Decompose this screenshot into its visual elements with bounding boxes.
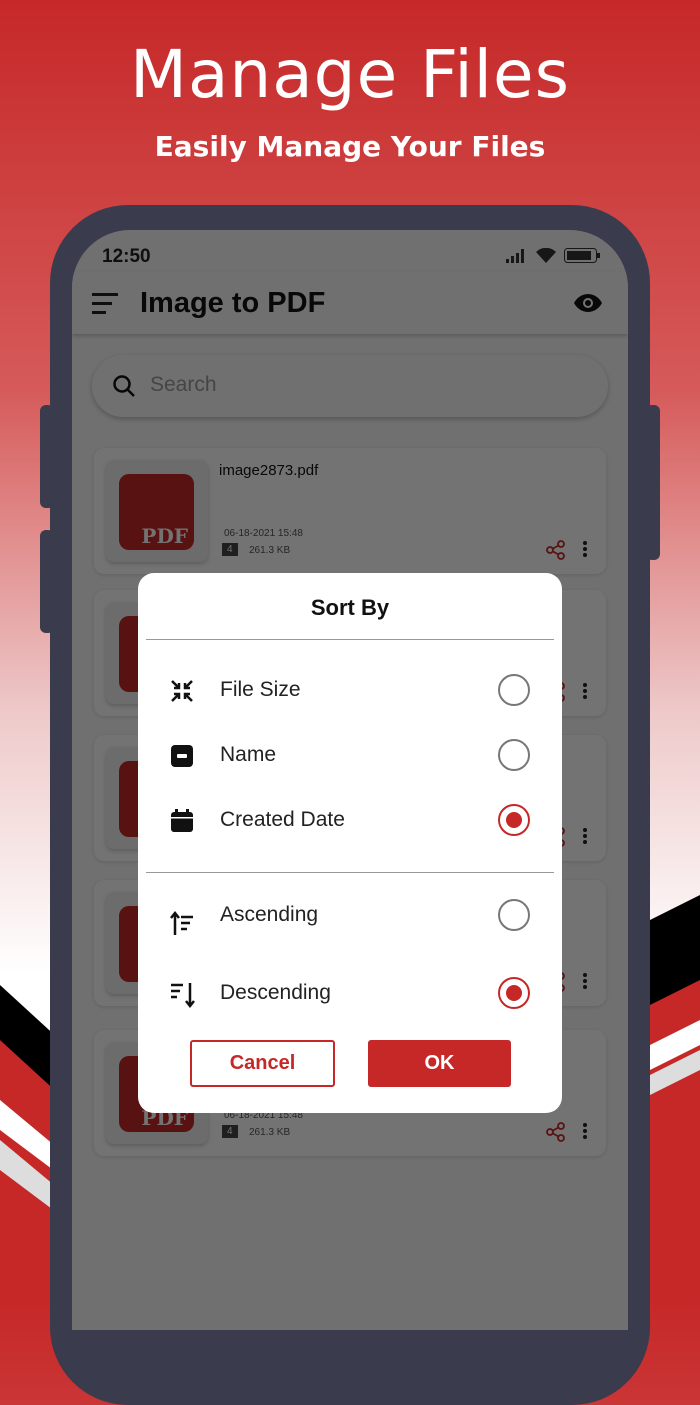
file-date: 06-18-2021 15:48: [224, 528, 303, 539]
label-icon: [171, 745, 193, 767]
hero-title: Manage Files: [130, 36, 570, 113]
battery-icon: [564, 248, 600, 263]
dialog-title: Sort By: [310, 595, 390, 620]
image-to-pdf-logo: PDF: [119, 474, 194, 550]
option-label: Descending: [220, 981, 331, 1004]
divider: [146, 872, 554, 873]
option-label: Ascending: [220, 903, 319, 926]
page-count-badge: 4: [222, 543, 238, 556]
divider: [146, 639, 554, 640]
calendar-icon: [171, 809, 193, 832]
search-icon: [113, 375, 135, 397]
sort-ascending-icon: [170, 911, 193, 935]
option-descending[interactable]: Descending: [138, 969, 562, 1019]
share-icon[interactable]: [546, 540, 566, 560]
file-list-item[interactable]: PDF image2873.pdf 06-18-2021 15:48 4 261…: [94, 448, 606, 574]
hero-subtitle: Easily Manage Your Files: [154, 130, 546, 163]
more-vert-icon[interactable]: [582, 972, 588, 990]
option-created-date[interactable]: Created Date: [138, 796, 562, 846]
radio-descending[interactable]: [498, 977, 530, 1009]
option-label: Name: [220, 743, 277, 766]
radio-ascending[interactable]: [498, 899, 530, 931]
status-icons: [506, 248, 600, 263]
menu-icon[interactable]: [92, 292, 120, 316]
radio-name[interactable]: [498, 739, 530, 771]
file-size: 261.3 KB: [249, 1127, 291, 1138]
eye-icon[interactable]: [574, 294, 602, 312]
more-vert-icon[interactable]: [582, 1122, 588, 1140]
search-input[interactable]: Search: [92, 355, 608, 417]
sort-descending-icon: [171, 983, 195, 1008]
more-vert-icon[interactable]: [582, 540, 588, 558]
share-icon[interactable]: [546, 1122, 566, 1142]
option-label: File Size: [220, 678, 301, 701]
radio-created-date[interactable]: [498, 804, 530, 836]
compress-icon: [171, 680, 193, 702]
cancel-button[interactable]: Cancel: [190, 1040, 335, 1087]
signal-icon: [506, 248, 524, 263]
more-vert-icon[interactable]: [582, 682, 588, 700]
wifi-icon: [536, 248, 556, 263]
option-file-size[interactable]: File Size: [138, 666, 562, 716]
option-ascending[interactable]: Ascending: [138, 891, 562, 941]
ok-button[interactable]: OK: [368, 1040, 511, 1087]
sort-dialog: Sort By File Size Name Created Date Asce…: [138, 573, 562, 1113]
radio-file-size[interactable]: [498, 674, 530, 706]
option-name[interactable]: Name: [138, 731, 562, 781]
option-label: Created Date: [220, 808, 345, 831]
more-vert-icon[interactable]: [582, 827, 588, 845]
app-bar: Image to PDF: [72, 272, 628, 334]
file-size: 261.3 KB: [249, 545, 291, 556]
page-count-badge: 4: [222, 1125, 238, 1138]
search-placeholder: Search: [150, 373, 217, 396]
pdf-thumbnail: PDF: [106, 460, 208, 562]
status-time: 12:50: [102, 246, 151, 267]
app-title: Image to PDF: [140, 287, 326, 319]
file-name: image2873.pdf: [219, 462, 319, 479]
